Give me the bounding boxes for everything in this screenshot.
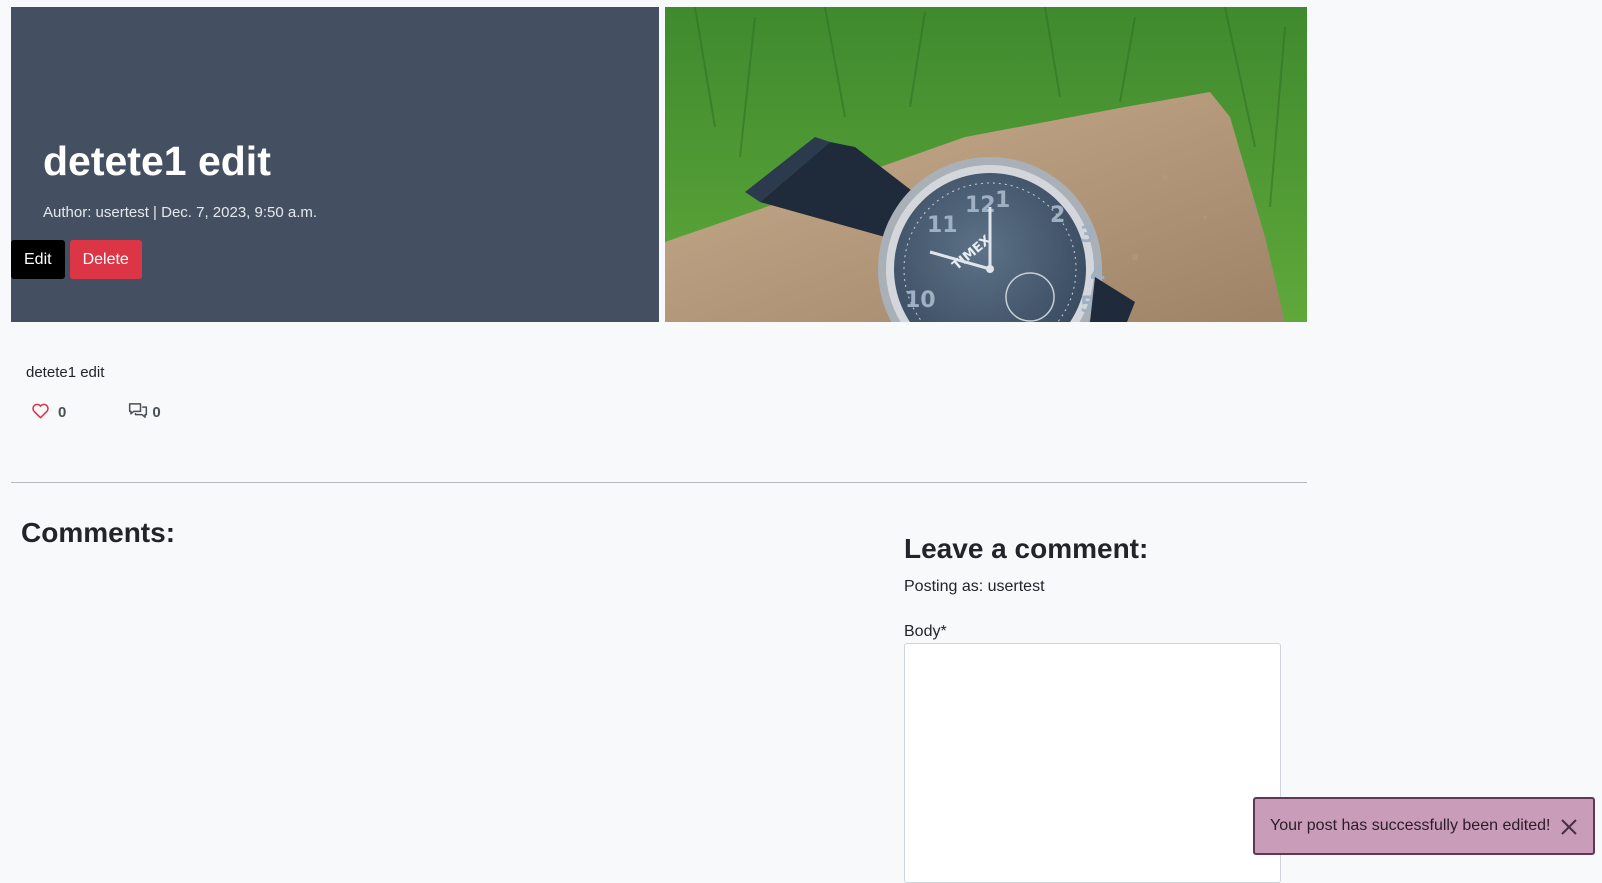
svg-text:10: 10: [905, 288, 936, 313]
chat-bubbles-icon: [128, 402, 148, 423]
post-featured-image: 12 1 2 3 4 5 11 10 TIMEX: [665, 7, 1307, 322]
comment-stat: 0: [128, 402, 161, 423]
like-count: 0: [58, 404, 67, 421]
leave-comment-heading: Leave a comment:: [904, 533, 1149, 564]
toast-message: Your post has successfully been edited!: [1270, 817, 1551, 834]
comment-count: 0: [152, 404, 161, 421]
svg-text:1: 1: [995, 188, 1010, 213]
success-toast: Your post has successfully been edited!: [1253, 797, 1595, 855]
delete-button[interactable]: Delete: [69, 240, 142, 279]
comment-body-input[interactable]: [904, 643, 1281, 883]
like-stat[interactable]: 0: [32, 403, 66, 423]
section-divider: [11, 482, 1307, 483]
svg-text:2: 2: [1050, 203, 1065, 228]
posting-as-text: Posting as: usertest: [904, 578, 1045, 595]
comments-heading: Comments:: [21, 517, 176, 548]
close-icon[interactable]: [1559, 817, 1579, 837]
edit-button[interactable]: Edit: [11, 240, 65, 279]
svg-text:3: 3: [1080, 223, 1095, 248]
post-title: detete1 edit: [43, 138, 271, 184]
post-hero: detete1 edit Author: usertest | Dec. 7, …: [11, 7, 1307, 322]
body-label: Body*: [904, 623, 947, 640]
post-meta: Author: usertest | Dec. 7, 2023, 9:50 a.…: [43, 204, 318, 221]
post-actions: Edit Delete: [11, 240, 142, 279]
post-body: detete1 edit: [26, 364, 105, 381]
watch-photo: 12 1 2 3 4 5 11 10 TIMEX: [665, 7, 1307, 322]
post-stats: 0 0: [32, 402, 161, 423]
post-header-panel: detete1 edit Author: usertest | Dec. 7, …: [11, 7, 659, 322]
svg-text:11: 11: [927, 213, 958, 238]
heart-outline-icon[interactable]: [32, 403, 49, 423]
